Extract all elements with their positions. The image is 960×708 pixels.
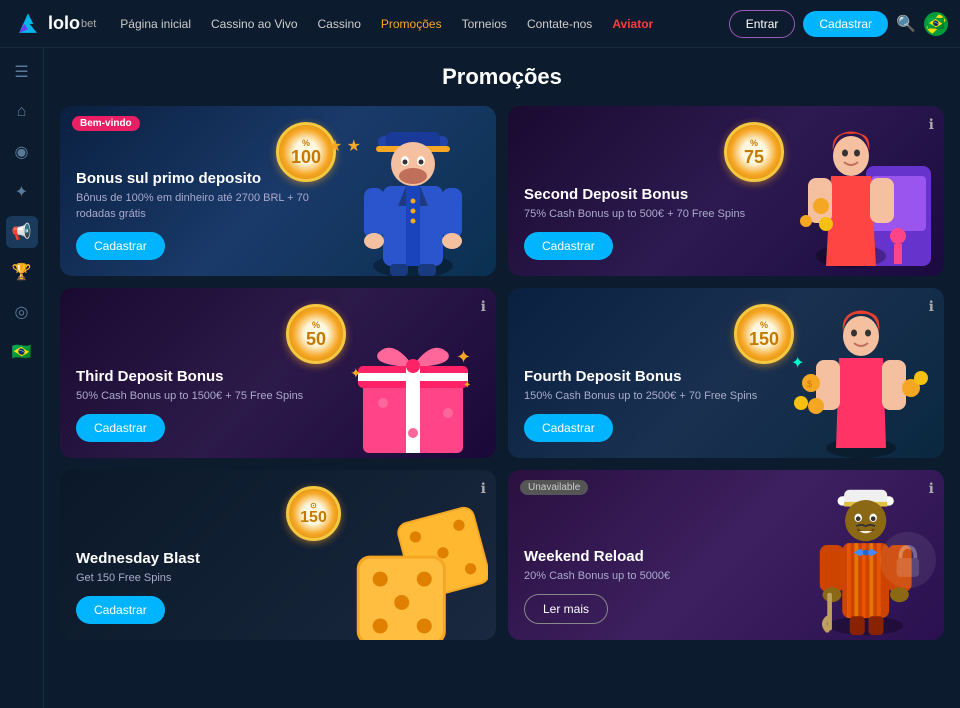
promo-card-weekend: Unavailable ℹ <box>508 470 944 640</box>
nav-aviator[interactable]: Aviator <box>604 13 661 35</box>
promo-register-btn-4[interactable]: Cadastrar <box>524 414 613 442</box>
chip-value-4: 150 <box>749 330 779 348</box>
sidebar-menu-icon[interactable]: ☰ <box>6 56 38 88</box>
promo-title-3: Third Deposit Bonus <box>76 368 339 385</box>
promo-title-6: Weekend Reload <box>524 548 787 565</box>
promo-desc-3: 50% Cash Bonus up to 1500€ + 75 Free Spi… <box>76 389 339 404</box>
nav-contact[interactable]: Contate-nos <box>519 13 600 35</box>
chip-value-2: 75 <box>744 148 764 166</box>
promo-chip-2: % 75 <box>724 122 784 182</box>
promo-chip-5: ⊙ 150 <box>286 486 341 541</box>
nav-casino[interactable]: Cassino <box>310 13 369 35</box>
sidebar-person-icon[interactable]: ◉ <box>6 136 38 168</box>
sidebar: ☰ ⌂ ◉ ✦ 📢 🏆 ◎ 🇧🇷 <box>0 48 44 708</box>
search-icon[interactable]: 🔍 <box>896 14 916 34</box>
promo-card-third-deposit: ℹ % 50 <box>60 288 496 458</box>
logo-sub: bet <box>81 18 96 30</box>
nav-promotions[interactable]: Promoções <box>373 13 450 35</box>
promo-card-wednesday: ℹ ⊙ 150 <box>60 470 496 640</box>
promo-register-btn-5[interactable]: Cadastrar <box>76 596 165 624</box>
promo-register-btn-1[interactable]: Cadastrar <box>76 232 165 260</box>
logo-text: lolo <box>48 13 80 34</box>
register-button-top[interactable]: Cadastrar <box>803 11 888 37</box>
nav-right: Entrar Cadastrar 🔍 🇧🇷 <box>729 10 948 38</box>
chip-value-5: 150 <box>300 510 327 526</box>
nav-links: Página inicial Cassino ao Vivo Cassino P… <box>112 13 728 35</box>
promo-read-more-btn-6[interactable]: Ler mais <box>524 594 608 624</box>
nav-live-casino[interactable]: Cassino ao Vivo <box>203 13 306 35</box>
chip-value-3: 50 <box>306 330 326 348</box>
nav-tournaments[interactable]: Torneios <box>454 13 515 35</box>
promo-card-first-deposit: Bem-vindo % 100 <box>60 106 496 276</box>
promo-desc-5: Get 150 Free Spins <box>76 571 339 586</box>
sidebar-location-icon[interactable]: ◎ <box>6 296 38 328</box>
promo-grid: Bem-vindo % 100 <box>60 106 944 640</box>
promo-desc-4: 150% Cash Bonus up to 2500€ + 70 Free Sp… <box>524 389 787 404</box>
sidebar-megaphone-icon[interactable]: 📢 <box>6 216 38 248</box>
promo-title-1: Bonus sul primo deposito <box>76 170 339 187</box>
sidebar-star-icon[interactable]: ✦ <box>6 176 38 208</box>
promo-card-second-deposit: ℹ % 75 <box>508 106 944 276</box>
chip-value-1: 100 <box>291 148 321 166</box>
promo-chip-3: % 50 <box>286 304 346 364</box>
promo-title-2: Second Deposit Bonus <box>524 186 787 203</box>
stars-deco: ★ ★ <box>328 136 361 156</box>
promo-badge-welcome: Bem-vindo <box>72 116 140 131</box>
sidebar-home-icon[interactable]: ⌂ <box>6 96 38 128</box>
promo-title-4: Fourth Deposit Bonus <box>524 368 787 385</box>
svg-text:✦: ✦ <box>456 347 471 367</box>
page-title: Promoções <box>60 64 944 90</box>
promo-desc-6: 20% Cash Bonus up to 5000€ <box>524 569 787 584</box>
promo-desc-1: Bônus de 100% em dinheiro até 2700 BRL +… <box>76 191 339 222</box>
top-navigation: lolo bet Página inicial Cassino ao Vivo … <box>0 0 960 48</box>
promo-title-5: Wednesday Blast <box>76 550 339 567</box>
sidebar-trophy-icon[interactable]: 🏆 <box>6 256 38 288</box>
promo-chip-4: % 150 <box>734 304 794 364</box>
sidebar-flag-icon[interactable]: 🇧🇷 <box>6 336 38 368</box>
promo-badge-unavailable: Unavailable <box>520 480 588 495</box>
promo-card-fourth-deposit: ℹ % 150 <box>508 288 944 458</box>
language-flag[interactable]: 🇧🇷 <box>924 12 948 36</box>
main-container: ☰ ⌂ ◉ ✦ 📢 🏆 ◎ 🇧🇷 Promoções Bem-vindo % 1… <box>0 48 960 708</box>
logo[interactable]: lolo bet <box>12 8 96 40</box>
login-button[interactable]: Entrar <box>729 10 796 38</box>
promo-desc-2: 75% Cash Bonus up to 500€ + 70 Free Spin… <box>524 207 787 222</box>
nav-home[interactable]: Página inicial <box>112 13 199 35</box>
main-content: Promoções Bem-vindo % 100 <box>44 48 960 708</box>
promo-register-btn-3[interactable]: Cadastrar <box>76 414 165 442</box>
promo-register-btn-2[interactable]: Cadastrar <box>524 232 613 260</box>
